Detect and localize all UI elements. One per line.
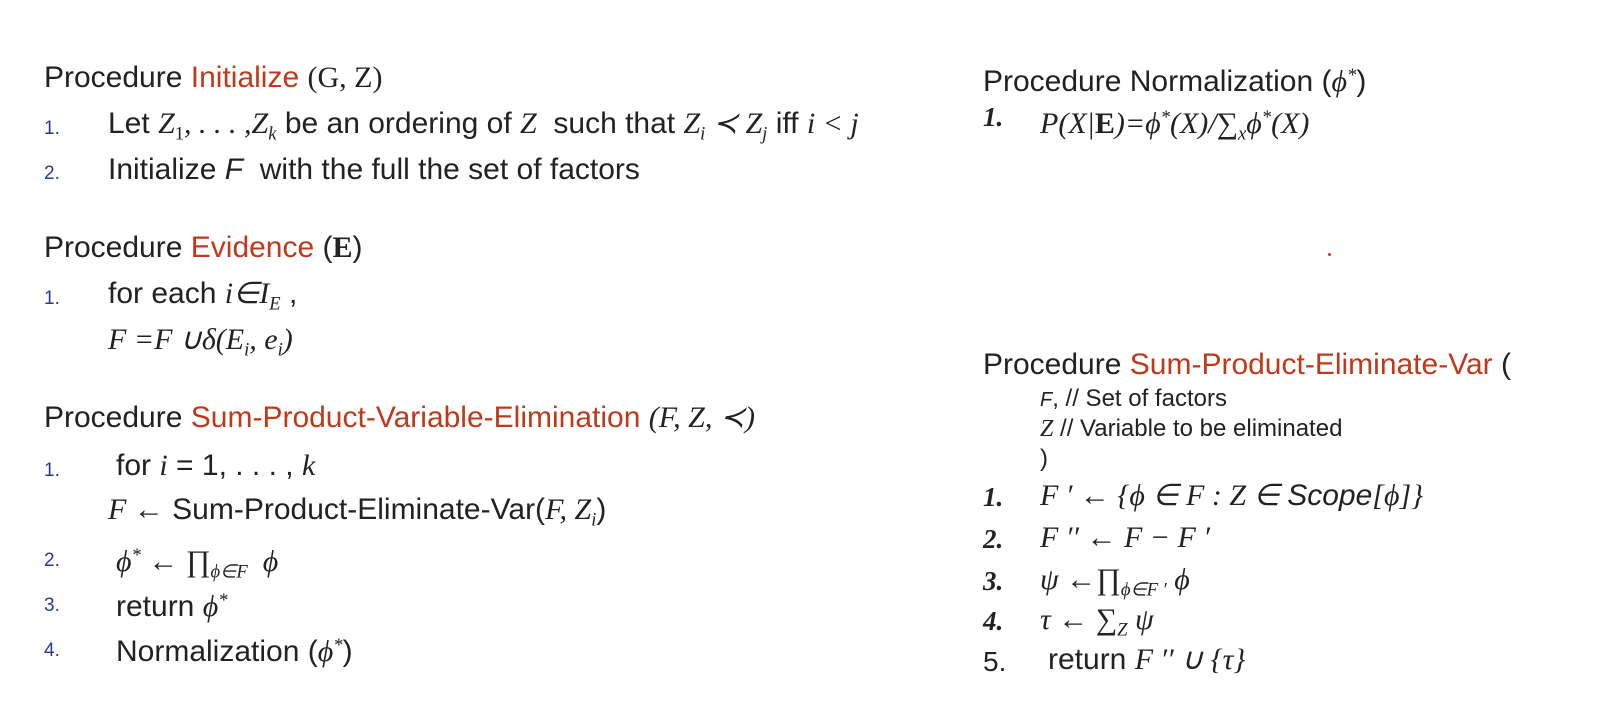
spve-step-3: return ϕ* <box>116 590 228 624</box>
step-number: 4. <box>44 640 60 661</box>
speve-step-5: return F ′′ ∪ {τ} <box>1048 643 1246 676</box>
spve-step-1-cont: F ← Sum-Product-Eliminate-Var(F, Zi) <box>108 493 607 531</box>
procedure-initialize: Procedure Initialize (G, Z) <box>44 60 382 96</box>
step-number: 1. <box>44 288 60 309</box>
procedure-initialize-title: Procedure Initialize (G, Z) <box>44 61 383 94</box>
step-number: 3. <box>983 566 1004 596</box>
speve-step-2: F ′′ ← F − F ′ <box>1040 521 1210 554</box>
speve-param-1: F, // Set of factors <box>1040 385 1227 412</box>
evidence-step-1: for each i∈IE , <box>108 277 298 315</box>
evidence-step-1-cont: F =F ∪δ(Ei, ei) <box>108 323 293 361</box>
spve-step-4: Normalization (ϕ*) <box>116 635 353 669</box>
procedure-speve-title: Procedure Sum-Product-Eliminate-Var ( <box>983 348 1511 381</box>
step-number: 1. <box>44 118 60 139</box>
speve-args-close: ) <box>1040 445 1048 472</box>
speve-param-2: Z // Variable to be eliminated <box>1040 415 1343 442</box>
step-number: 4. <box>983 606 1004 636</box>
normalization-step-1: P(X|E)=ϕ*(X)/∑xϕ*(X) <box>1040 107 1310 145</box>
step-number: 1. <box>44 460 60 481</box>
initialize-step-1: Let Z1, . . . ,Zk be an ordering of Z su… <box>108 107 859 145</box>
step-number: 2. <box>44 550 60 571</box>
speve-step-1: F ′ ← {ϕ ∈ F : Z ∈ Scope[ϕ]} <box>1040 479 1424 512</box>
stray-dot <box>1328 253 1331 256</box>
step-number: 1. <box>983 102 1004 132</box>
procedure-normalization-title: Procedure Normalization (ϕ*) <box>983 65 1367 99</box>
procedure-spve-title: Procedure Sum-Product-Variable-Eliminati… <box>44 401 755 434</box>
step-number: 1. <box>983 482 1004 512</box>
initialize-step-2: Initialize F with the full the set of fa… <box>108 153 640 186</box>
step-number: 2. <box>983 524 1004 554</box>
spve-step-1: for i = 1, . . . , k <box>116 449 316 482</box>
step-number: 3. <box>44 595 60 616</box>
step-number: 2. <box>44 163 60 184</box>
step-number: 5. <box>983 646 1007 677</box>
procedure-evidence-title: Procedure Evidence (E) <box>44 231 363 264</box>
